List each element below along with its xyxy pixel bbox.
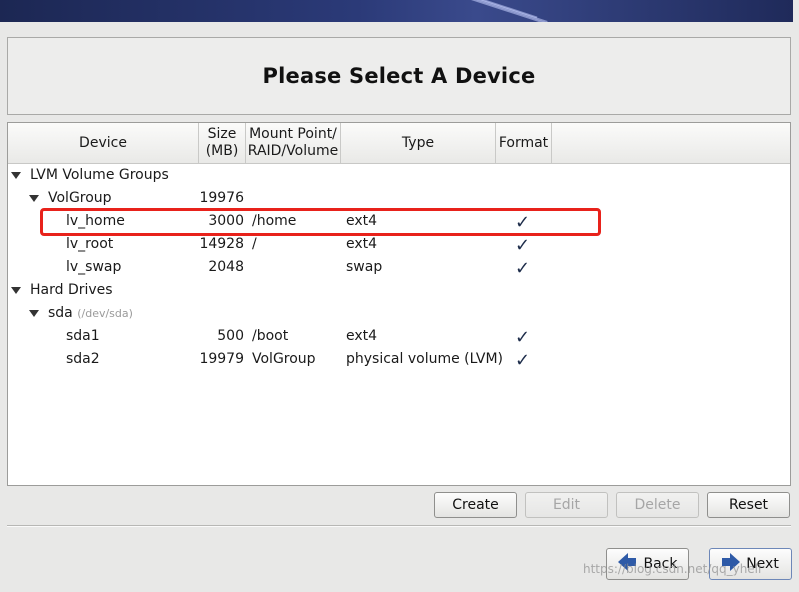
device-mount: /boot — [252, 328, 289, 344]
device-mount: / — [252, 236, 257, 252]
device-mount: /home — [252, 213, 297, 229]
tree-row-volgroup[interactable]: VolGroup 19976 — [8, 187, 790, 210]
format-check-icon: ✓ — [515, 327, 531, 348]
column-label-size: Size (MB) — [205, 126, 239, 159]
device-size: 500 — [217, 328, 244, 344]
expander-icon[interactable] — [11, 172, 21, 179]
edit-button[interactable]: Edit — [525, 492, 608, 518]
tree-row-sda2[interactable]: sda2 19979 VolGroup physical volume (LVM… — [8, 348, 790, 371]
title-panel: Please Select A Device — [7, 37, 791, 115]
device-size: 19976 — [199, 190, 244, 206]
device-type: physical volume (LVM) — [346, 351, 504, 367]
watermark-text: https://blog.csdn.net/qq_yhell — [583, 562, 762, 576]
column-header-format[interactable]: Format — [496, 123, 552, 163]
format-check-icon: ✓ — [515, 350, 531, 371]
device-name: Hard Drives — [30, 282, 113, 298]
device-name: sda1 — [66, 328, 100, 344]
device-size: 14928 — [199, 236, 244, 252]
format-check-icon: ✓ — [515, 212, 531, 233]
column-header-size[interactable]: Size (MB) — [199, 123, 246, 163]
device-size: 3000 — [208, 213, 244, 229]
device-name: sda (/dev/sda) — [48, 305, 133, 321]
reset-button[interactable]: Reset — [707, 492, 790, 518]
device-type: ext4 — [346, 236, 378, 252]
expander-icon[interactable] — [11, 287, 21, 294]
installer-banner — [0, 0, 793, 22]
expander-icon[interactable] — [29, 310, 39, 317]
device-name: lv_swap — [66, 259, 122, 275]
device-size: 2048 — [208, 259, 244, 275]
tree-row-lv-swap[interactable]: lv_swap 2048 swap ✓ — [8, 256, 790, 279]
device-name: lv_home — [66, 213, 125, 229]
expander-icon[interactable] — [29, 195, 39, 202]
device-type: swap — [346, 259, 383, 275]
device-tree[interactable]: Device Size (MB) Mount Point/RAID/Volume … — [7, 122, 791, 486]
device-type: ext4 — [346, 213, 378, 229]
tree-row-lvm-volume-groups[interactable]: LVM Volume Groups — [8, 164, 790, 187]
column-label-type: Type — [401, 134, 435, 151]
format-check-icon: ✓ — [515, 258, 531, 279]
device-name: lv_root — [66, 236, 114, 252]
column-header-device[interactable]: Device — [8, 123, 199, 163]
column-header-mount[interactable]: Mount Point/RAID/Volume — [246, 123, 341, 163]
tree-row-sda[interactable]: sda (/dev/sda) — [8, 302, 790, 325]
device-path: (/dev/sda) — [77, 307, 133, 320]
tree-row-hard-drives[interactable]: Hard Drives — [8, 279, 790, 302]
separator — [7, 525, 791, 527]
column-label-device: Device — [79, 134, 127, 151]
page-title: Please Select A Device — [262, 64, 536, 88]
device-size: 19979 — [199, 351, 244, 367]
device-name: LVM Volume Groups — [30, 167, 169, 183]
tree-row-lv-root[interactable]: lv_root 14928 / ext4 ✓ — [8, 233, 790, 256]
delete-button[interactable]: Delete — [616, 492, 699, 518]
tree-row-lv-home[interactable]: lv_home 3000 /home ext4 ✓ — [8, 210, 790, 233]
device-mount: VolGroup — [252, 351, 316, 367]
device-name: VolGroup — [48, 190, 112, 206]
column-label-mount: Mount Point/RAID/Volume — [247, 126, 339, 159]
tree-header: Device Size (MB) Mount Point/RAID/Volume … — [8, 123, 790, 164]
device-name: sda2 — [66, 351, 100, 367]
device-type: ext4 — [346, 328, 378, 344]
column-label-format: Format — [498, 134, 549, 151]
column-header-type[interactable]: Type — [341, 123, 496, 163]
tree-row-sda1[interactable]: sda1 500 /boot ext4 ✓ — [8, 325, 790, 348]
create-button[interactable]: Create — [434, 492, 517, 518]
format-check-icon: ✓ — [515, 235, 531, 256]
